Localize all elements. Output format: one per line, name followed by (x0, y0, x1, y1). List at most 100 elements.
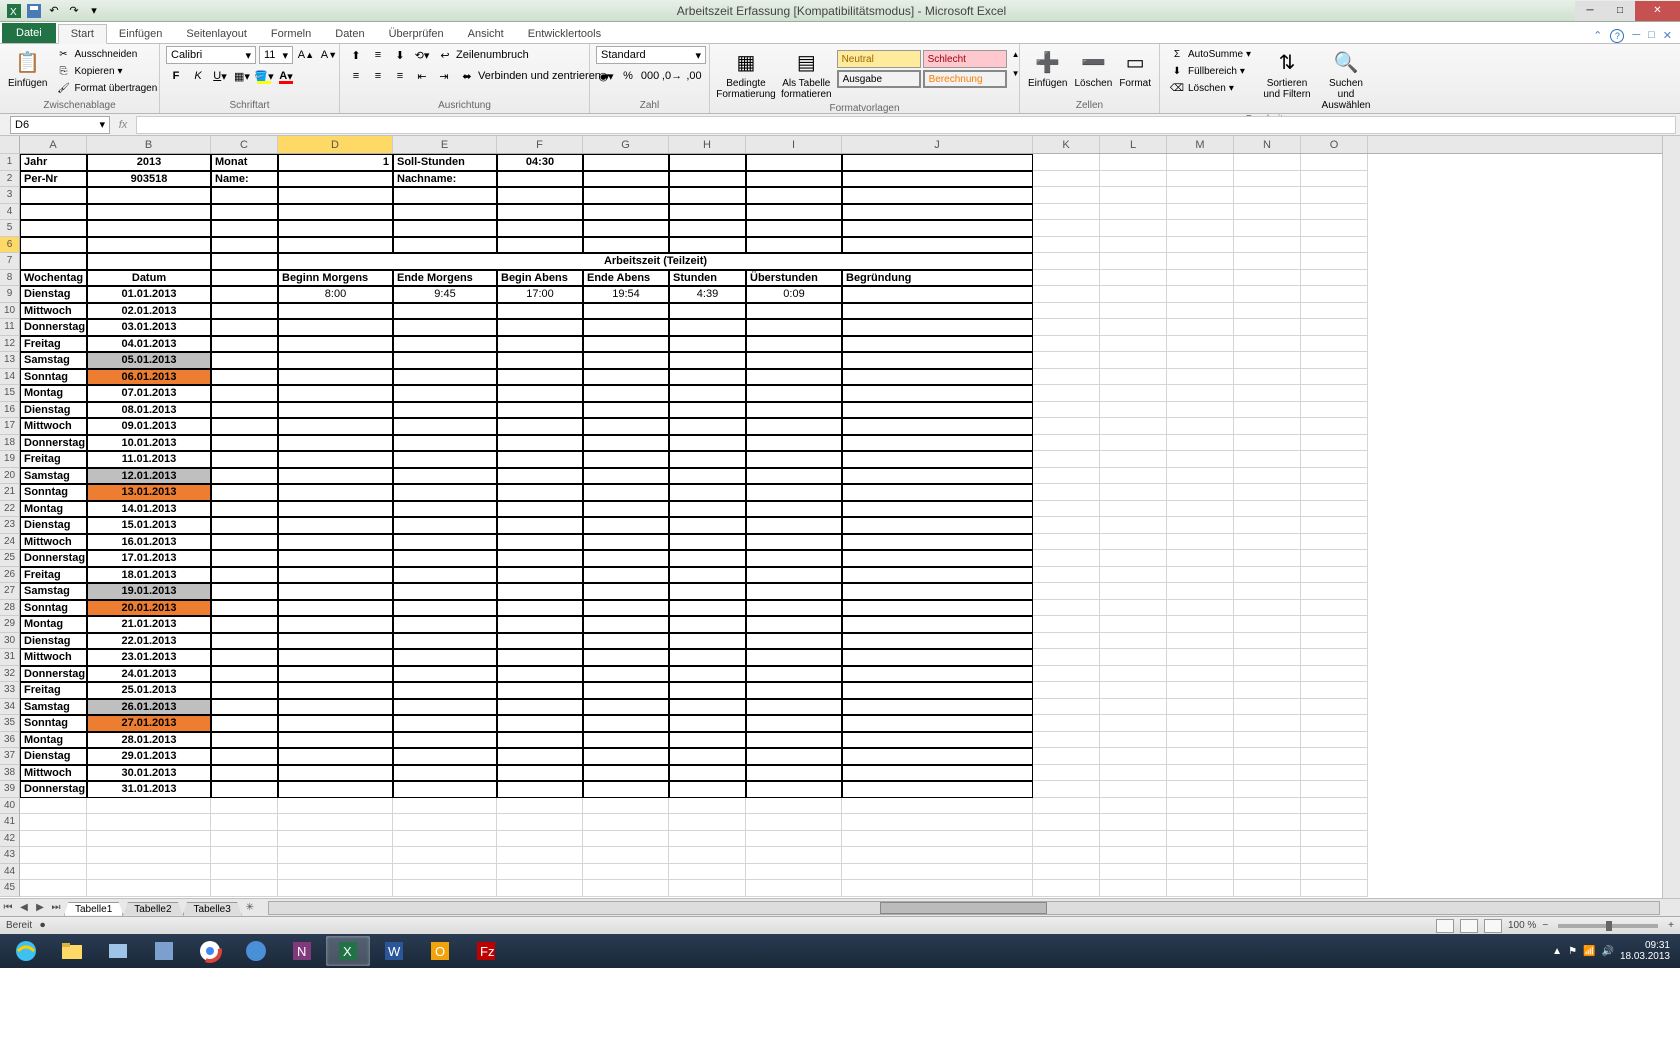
cell[interactable] (1167, 633, 1234, 650)
cell[interactable] (1301, 154, 1368, 171)
cell-beginn-morgens[interactable] (278, 517, 393, 534)
cell-begruendung[interactable] (842, 567, 1033, 584)
cell-ende-abens[interactable] (583, 435, 669, 452)
cell[interactable] (1033, 864, 1100, 881)
view-normal-button[interactable] (1436, 919, 1454, 933)
cell[interactable] (1234, 369, 1301, 386)
cell[interactable] (1234, 550, 1301, 567)
cell-begin-abens[interactable] (497, 748, 583, 765)
taskbar-libraries-icon[interactable] (96, 936, 140, 966)
row-header-1[interactable]: 1 (0, 154, 20, 171)
cell[interactable] (1234, 814, 1301, 831)
cell[interactable] (669, 237, 746, 254)
cell[interactable] (1234, 880, 1301, 897)
cell[interactable] (1100, 319, 1167, 336)
copy-button[interactable]: ⎘Kopieren ▾ (52, 63, 160, 79)
cell[interactable] (497, 880, 583, 897)
cell[interactable] (669, 847, 746, 864)
zoom-in-button[interactable]: + (1668, 920, 1674, 931)
cell[interactable] (1167, 303, 1234, 320)
cell-datum[interactable]: 21.01.2013 (87, 616, 211, 633)
cell[interactable] (211, 501, 278, 518)
cell-ende-morgens[interactable] (393, 765, 497, 782)
cell-beginn-morgens[interactable] (278, 583, 393, 600)
cell-beginn-morgens[interactable] (278, 451, 393, 468)
cell[interactable] (746, 187, 842, 204)
cell-ueberstunden[interactable] (746, 550, 842, 567)
cell-begin-abens[interactable] (497, 583, 583, 600)
cell-ende-morgens[interactable] (393, 649, 497, 666)
cell[interactable] (1100, 303, 1167, 320)
cell-stunden[interactable] (669, 352, 746, 369)
font-size-combo[interactable]: 11▾ (259, 46, 293, 64)
cell[interactable] (746, 880, 842, 897)
col-header-B[interactable]: B (87, 136, 211, 153)
cell[interactable] (1167, 699, 1234, 716)
cell[interactable] (1100, 666, 1167, 683)
cell[interactable] (583, 864, 669, 881)
row-header-18[interactable]: 18 (0, 435, 20, 452)
fill-color-button[interactable]: 🪣▾ (254, 67, 274, 85)
row-header-44[interactable]: 44 (0, 864, 20, 881)
cell-ende-abens[interactable] (583, 616, 669, 633)
cell[interactable] (669, 220, 746, 237)
tab-pagelayout[interactable]: Seitenlayout (174, 25, 259, 43)
cell[interactable] (211, 336, 278, 353)
cell-ende-morgens[interactable] (393, 715, 497, 732)
cell-datum[interactable]: 16.01.2013 (87, 534, 211, 551)
col-header-A[interactable]: A (20, 136, 87, 153)
cell-ende-abens[interactable] (583, 781, 669, 798)
cell-beginn-morgens[interactable] (278, 550, 393, 567)
col-header-E[interactable]: E (393, 136, 497, 153)
cell[interactable] (211, 666, 278, 683)
cell[interactable] (1100, 517, 1167, 534)
cell[interactable] (1167, 253, 1234, 270)
cell[interactable] (1167, 765, 1234, 782)
cell[interactable] (1234, 402, 1301, 419)
cell-ende-morgens[interactable] (393, 501, 497, 518)
cell[interactable] (1167, 468, 1234, 485)
cell[interactable] (1100, 468, 1167, 485)
cell-ueberstunden[interactable] (746, 649, 842, 666)
cell[interactable] (87, 880, 211, 897)
cell[interactable] (497, 220, 583, 237)
cell[interactable] (1033, 600, 1100, 617)
cell[interactable] (1167, 798, 1234, 815)
cell[interactable] (87, 187, 211, 204)
cell-begin-abens[interactable] (497, 732, 583, 749)
cell[interactable] (1234, 567, 1301, 584)
cell-begruendung[interactable] (842, 451, 1033, 468)
cell[interactable] (1033, 534, 1100, 551)
cell[interactable] (211, 286, 278, 303)
cell[interactable] (20, 187, 87, 204)
cell[interactable] (1301, 468, 1368, 485)
cell-stunden[interactable] (669, 583, 746, 600)
cell[interactable] (211, 616, 278, 633)
cell[interactable] (211, 814, 278, 831)
font-color-button[interactable]: A▾ (276, 67, 296, 85)
cell-begin-abens[interactable] (497, 319, 583, 336)
cell[interactable] (211, 187, 278, 204)
tray-clock[interactable]: 09:31 18.03.2013 (1620, 940, 1670, 962)
col-header-L[interactable]: L (1100, 136, 1167, 153)
cell[interactable] (211, 204, 278, 221)
cell-ueberstunden[interactable] (746, 451, 842, 468)
cell-begin-abens[interactable] (497, 303, 583, 320)
cell[interactable] (20, 220, 87, 237)
cell-ueberstunden[interactable] (746, 352, 842, 369)
cell[interactable] (1234, 303, 1301, 320)
cell-ueberstunden[interactable] (746, 534, 842, 551)
cell-begin-abens[interactable] (497, 715, 583, 732)
cell-begruendung[interactable] (842, 286, 1033, 303)
cell-stunden[interactable] (669, 418, 746, 435)
col-header-K[interactable]: K (1033, 136, 1100, 153)
cell-ende-abens[interactable] (583, 402, 669, 419)
cell-stunden[interactable] (669, 649, 746, 666)
cell[interactable] (211, 418, 278, 435)
cell[interactable] (1301, 484, 1368, 501)
cell[interactable] (278, 880, 393, 897)
hdr-ende-abens[interactable]: Ende Abens (583, 270, 669, 287)
indent-increase-button[interactable]: ⇥ (434, 67, 454, 85)
cell-wochentag[interactable]: Montag (20, 616, 87, 633)
cell[interactable] (842, 814, 1033, 831)
